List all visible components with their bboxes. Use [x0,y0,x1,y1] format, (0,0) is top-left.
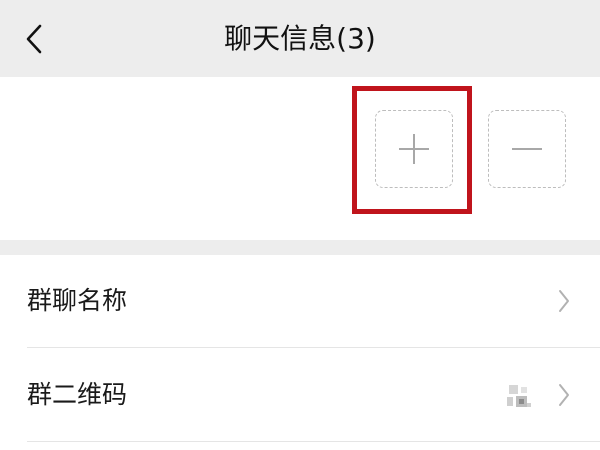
chevron-left-icon [26,24,42,54]
chevron-right-icon [559,290,569,312]
back-button[interactable] [14,18,54,60]
member-grid [0,77,600,240]
page-title: 聊天信息(3) [224,22,376,55]
group-qr-label: 群二维码 [27,380,128,409]
row-separator [27,347,600,348]
title-bar: 聊天信息(3) [0,0,600,77]
row-separator [27,441,600,442]
minus-icon [512,148,542,150]
section-divider [0,240,600,255]
group-name-label: 群聊名称 [27,286,128,315]
plus-icon [399,134,429,164]
chevron-right-icon [559,384,569,406]
group-name-row[interactable]: 群聊名称 [0,255,600,347]
add-member-button[interactable] [375,110,453,188]
remove-member-button[interactable] [488,110,566,188]
qr-code-icon [507,385,531,407]
